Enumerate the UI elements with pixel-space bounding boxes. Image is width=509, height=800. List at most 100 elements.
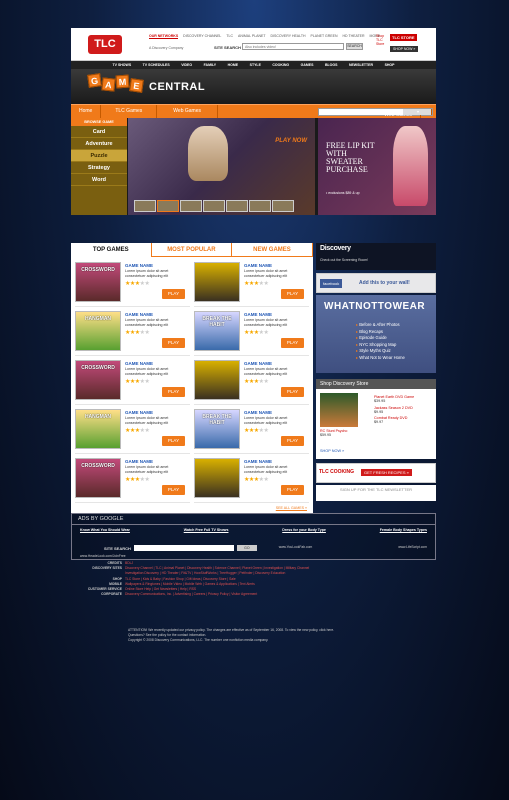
wnw-link[interactable]: Before & After Photos (356, 322, 405, 329)
footer-row-links[interactable]: Discovery Channel | TLC | Animal Planet … (125, 566, 385, 570)
tab-new-games[interactable]: NEW GAMES (232, 243, 313, 257)
play-button[interactable]: PLAY (281, 485, 304, 495)
ad-url[interactable]: www.HeadeLook.com/JoinFree (80, 554, 126, 558)
game-thumbnail[interactable] (194, 360, 240, 400)
footer-row-links[interactable]: Investigation Discovery | HD Theater | F… (125, 571, 385, 575)
tab-most-popular[interactable]: MOST POPULAR (151, 243, 233, 257)
product-caption[interactable]: RC Stunt Psycho $59.95 (320, 429, 360, 437)
game-thumbnail[interactable] (194, 458, 240, 498)
ad-link[interactable]: Dress for your Body Type (282, 528, 326, 532)
wnw-link[interactable]: What Not to Wear Home (356, 355, 405, 362)
tab-top-games[interactable]: TOP GAMES (71, 243, 152, 257)
tlc-logo[interactable]: TLC (88, 35, 122, 54)
nav-item[interactable]: NEWSLETTER (349, 63, 373, 67)
browse-item-puzzle[interactable]: Puzzle (71, 150, 127, 162)
product-image[interactable] (320, 393, 358, 427)
game-name[interactable]: GAME NAME (244, 410, 272, 415)
browse-item-strategy[interactable]: Strategy (71, 162, 127, 174)
game-thumbnail[interactable]: BREAK THE HABIT (194, 409, 240, 449)
browse-item-word[interactable]: Word (71, 174, 127, 186)
game-name[interactable]: GAME NAME (125, 361, 153, 366)
feature-thumb[interactable] (134, 200, 156, 212)
play-button[interactable]: PLAY (162, 485, 185, 495)
discovery-ad[interactable]: Discovery Check out the Screening Room! (316, 243, 436, 270)
game-thumbnail[interactable] (194, 262, 240, 302)
footer-row-links[interactable]: Wallpapers & Ringtones | Mobile Video | … (125, 582, 385, 586)
feature-thumb[interactable] (203, 200, 225, 212)
game-name[interactable]: GAME NAME (244, 263, 272, 268)
tlc-cooking-promo[interactable]: TLC COOKING GET FRESH RECIPES » (316, 463, 436, 483)
net-link[interactable]: ANIMAL PLANET (238, 34, 266, 39)
net-link[interactable]: DISCOVERY HEALTH (270, 34, 305, 39)
store-item[interactable]: Planet Earth DVD Game $39.95 (374, 395, 414, 404)
game-name[interactable]: GAME NAME (125, 312, 153, 317)
newsletter-signup[interactable]: SIGN UP FOR THE TLC NEWSLETTER (316, 485, 436, 501)
game-name[interactable]: GAME NAME (244, 459, 272, 464)
nav-item[interactable]: BLOGS (325, 63, 337, 67)
play-button[interactable]: PLAY (162, 289, 185, 299)
nav-item[interactable]: COOKING (272, 63, 289, 67)
browse-item-adventure[interactable]: Adventure (71, 138, 127, 150)
game-thumbnail[interactable]: CROSSWORD (75, 458, 121, 498)
play-now-link[interactable]: PLAY NOW (275, 138, 307, 144)
feature-thumb[interactable] (226, 200, 248, 212)
game-thumbnail[interactable]: HANGMAN (75, 409, 121, 449)
footer-row-links[interactable]: Online Store Help | Get Newsletters | He… (125, 587, 385, 591)
nav-item[interactable]: TV SHOWS (113, 63, 132, 67)
search-button[interactable]: SEARCH (346, 43, 363, 50)
play-button[interactable]: PLAY (281, 289, 304, 299)
footer-row-links[interactable]: BDLJ (125, 561, 385, 565)
game-nav-home[interactable]: Home (71, 105, 102, 118)
net-link[interactable]: PLANET GREEN (311, 34, 338, 39)
see-all-games-link[interactable]: SEE ALL GAMES » (276, 506, 307, 510)
game-thumbnail[interactable]: CROSSWORD (75, 360, 121, 400)
play-button[interactable]: PLAY (281, 436, 304, 446)
footer-search-input[interactable] (133, 545, 234, 551)
browse-item-card[interactable]: Card (71, 126, 127, 138)
net-link[interactable]: DISCOVERY CHANNEL (183, 34, 221, 39)
store-item[interactable]: Jackass Season 2 DVD $9.95 (374, 406, 414, 415)
recipes-button[interactable]: GET FRESH RECIPES » (361, 469, 412, 476)
nav-item[interactable]: VIDEO (181, 63, 192, 67)
facebook-share[interactable]: facebook Add this to your wall! (316, 273, 436, 293)
nav-item[interactable]: TV SCHEDULES (143, 63, 170, 67)
play-button[interactable]: PLAY (162, 387, 185, 397)
game-thumbnail[interactable]: CROSSWORD (75, 262, 121, 302)
game-nav-tlc-games[interactable]: TLC Games (101, 105, 158, 118)
store-promo[interactable]: Shop TLC Store TLC STORE SHOP NOW » (376, 31, 434, 57)
game-name[interactable]: GAME NAME (125, 410, 153, 415)
nav-item[interactable]: SHOP (385, 63, 395, 67)
play-button[interactable]: PLAY (162, 436, 185, 446)
net-link[interactable]: TLC (226, 34, 233, 39)
ad-link[interactable]: Female Body Shapes Types (380, 528, 427, 532)
game-nav-web-games[interactable]: Web Games (157, 105, 218, 118)
net-link[interactable]: HD THEATER (342, 34, 364, 39)
ad-url[interactable]: www.LifeScript.com (398, 545, 427, 549)
game-name[interactable]: GAME NAME (244, 361, 272, 366)
nav-item[interactable]: HOME (228, 63, 239, 67)
footer-search-button[interactable]: GO (236, 545, 257, 551)
ad-link[interactable]: Watch Free Full TV Shows (184, 528, 229, 532)
nav-item[interactable]: FAMILY (204, 63, 217, 67)
game-name[interactable]: GAME NAME (125, 459, 153, 464)
game-thumbnail[interactable]: HANGMAN (75, 311, 121, 351)
nav-item[interactable]: GAMES (301, 63, 314, 67)
shop-now-button[interactable]: SHOP NOW » (390, 46, 419, 52)
play-button[interactable]: PLAY (281, 338, 304, 348)
wnw-title[interactable]: WHATNOTTOWEAR (324, 301, 425, 312)
net-link[interactable]: OUR NETWORKS (149, 34, 179, 39)
search-input[interactable] (242, 43, 344, 50)
feature-thumb[interactable] (157, 200, 179, 212)
play-button[interactable]: PLAY (281, 387, 304, 397)
feature-thumb[interactable] (272, 200, 294, 212)
footer-row-links[interactable]: Discovery Communications, Inc. | Adverti… (125, 592, 385, 596)
play-button[interactable]: PLAY (162, 338, 185, 348)
game-thumbnail[interactable]: BREAK THE HABIT (194, 311, 240, 351)
game-filter-select[interactable]: Web Games ▾ (318, 108, 433, 118)
store-shop-now[interactable]: SHOP NOW » (320, 449, 344, 453)
game-name[interactable]: GAME NAME (244, 312, 272, 317)
sweater-ad[interactable]: FREE LIP KIT WITH SWEATER PURCHASE • exc… (318, 118, 436, 215)
featured-game[interactable]: PLAY NOW (128, 118, 315, 215)
feature-thumb[interactable] (249, 200, 271, 212)
footer-row-links[interactable]: TLC Store | Kids & Baby | Fashion Shop |… (125, 577, 385, 581)
